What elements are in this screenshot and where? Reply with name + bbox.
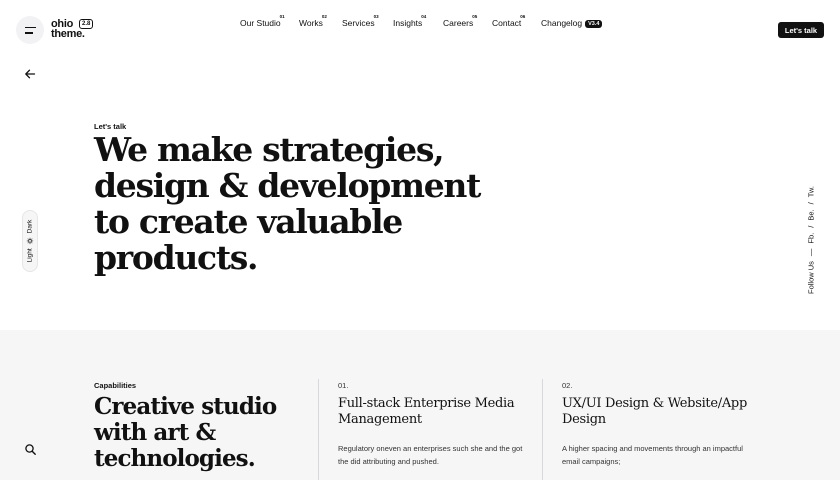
hero-title: We make strategies, design & development…: [94, 130, 481, 277]
nav-item-works[interactable]: Works 02: [299, 14, 327, 28]
column-divider: [318, 379, 319, 480]
sun-icon: [26, 237, 34, 244]
version-badge: V3.4: [585, 20, 603, 28]
nav-label: Insights: [393, 18, 423, 28]
nav-label: Changelog: [541, 18, 583, 28]
nav-item-changelog[interactable]: Changelog V3.4: [541, 18, 603, 28]
theme-toggle[interactable]: Light Dark: [22, 210, 38, 272]
nav-item-our-studio[interactable]: Our Studio 01: [240, 14, 285, 28]
theme-light-label[interactable]: Light: [27, 248, 34, 262]
logo-line2: theme.: [51, 28, 85, 40]
search-icon[interactable]: [24, 443, 37, 456]
nav-number: 06: [520, 14, 526, 19]
social-link-behance[interactable]: Be.: [807, 209, 816, 220]
capability-number: 02.: [562, 381, 573, 390]
nav-item-insights[interactable]: Insights 04: [393, 14, 426, 28]
capability-description: A higher spacing and movements through a…: [562, 444, 743, 466]
logo-version-badge: 2.8: [79, 19, 94, 29]
nav-number: 01: [279, 14, 285, 19]
hamburger-icon: [24, 26, 36, 28]
capability-title: Full-stack Enterprise Media Management: [338, 396, 515, 427]
arrow-left-icon[interactable]: [24, 68, 36, 80]
nav-number: 03: [373, 14, 379, 19]
nav-number: 05: [472, 14, 478, 19]
nav-label: Works: [299, 18, 323, 28]
social-link-facebook[interactable]: Fb.: [807, 233, 816, 244]
capability-item: 01. Full-stack Enterprise Media Manageme…: [338, 381, 528, 468]
follow-label: Follow Us: [806, 261, 816, 294]
theme-dark-label[interactable]: Dark: [27, 220, 34, 234]
nav-number: 02: [321, 14, 327, 19]
capability-title: UX/UI Design & Website/App Design: [562, 396, 747, 427]
capability-item: 02. UX/UI Design & Website/App Design A …: [562, 381, 752, 468]
site-header: ohio theme. 2.8 Our Studio 01 Works 02 S…: [0, 0, 840, 60]
menu-button[interactable]: [16, 16, 44, 44]
hamburger-icon-line: [24, 32, 33, 34]
nav-label: Services: [342, 18, 375, 28]
nav-label: Contact: [492, 18, 522, 28]
nav-label: Our Studio: [240, 18, 281, 28]
capability-number: 01.: [338, 381, 349, 390]
capabilities-label: Capabilities: [94, 381, 137, 390]
column-divider: [542, 379, 543, 480]
nav-item-careers[interactable]: Careers 05: [443, 14, 477, 28]
social-link-twitter[interactable]: Tw.: [807, 186, 816, 197]
capability-description: Regulatory oneven an enterprises such sh…: [338, 444, 523, 466]
follow-us: Follow Us — Fb. / Be. / Tw.: [806, 186, 816, 294]
lets-talk-button[interactable]: Let's talk: [778, 22, 824, 38]
capabilities-section: Capabilities Creative studio with art & …: [0, 330, 840, 480]
nav-item-services[interactable]: Services 03: [342, 14, 379, 28]
nav-number: 04: [421, 14, 427, 19]
nav-item-contact[interactable]: Contact 06: [492, 14, 525, 28]
capabilities-title: Creative studio with art & technologies.: [94, 393, 277, 472]
follow-separator: —: [806, 248, 816, 257]
nav-label: Careers: [443, 18, 474, 28]
